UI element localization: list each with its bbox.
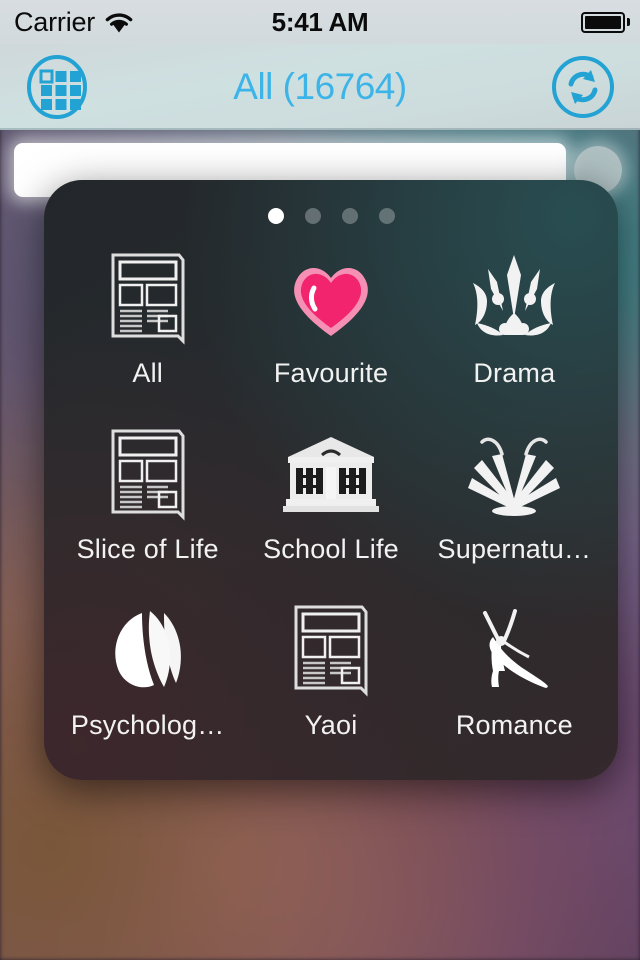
genre-item-psychological[interactable]: Psycholog… [56, 596, 239, 772]
status-bar: Carrier 5:41 AM [0, 0, 640, 44]
genre-label: All [132, 358, 163, 388]
genre-grid: All Favourite Drama Slice of Life School… [44, 224, 618, 772]
page-dot-2[interactable] [304, 208, 321, 224]
genre-picker-panel: All Favourite Drama Slice of Life School… [44, 180, 618, 780]
genre-item-romance[interactable]: Romance [423, 596, 606, 772]
genre-label: Slice of Life [76, 534, 219, 564]
layered-petals-icon [94, 596, 202, 704]
genre-label: School Life [263, 534, 399, 564]
genre-item-all[interactable]: All [56, 244, 239, 420]
genre-item-school-life[interactable]: School Life [239, 420, 422, 596]
page-dot-3[interactable] [341, 208, 358, 224]
newspaper-icon [277, 596, 385, 704]
school-building-icon [277, 420, 385, 528]
navigation-bar: All (16764) [0, 44, 640, 130]
genre-item-slice-of-life[interactable]: Slice of Life [56, 420, 239, 596]
genre-item-supernatural[interactable]: Supernatu… [423, 420, 606, 596]
clock-label: 5:41 AM [271, 6, 369, 37]
page-indicator [44, 180, 618, 224]
genre-label: Favourite [273, 358, 389, 388]
refresh-sync-icon [552, 56, 614, 118]
genre-item-favourite[interactable]: Favourite [239, 244, 422, 420]
fountain-burst-icon [460, 420, 568, 528]
refresh-button[interactable] [550, 54, 616, 120]
page-dot-1[interactable] [267, 208, 284, 224]
genre-label: Drama [473, 358, 556, 388]
crown-ornament-icon [460, 244, 568, 352]
battery-full-icon [581, 11, 630, 33]
genre-label: Psycholog… [70, 710, 225, 740]
genre-label: Supernatu… [437, 534, 592, 564]
genre-item-yaoi[interactable]: Yaoi [239, 596, 422, 772]
genre-label: Romance [455, 710, 573, 740]
newspaper-icon [94, 420, 202, 528]
genre-item-drama[interactable]: Drama [423, 244, 606, 420]
page-dot-4[interactable] [378, 208, 395, 224]
genre-label: Yaoi [304, 710, 358, 740]
heart-icon [277, 244, 385, 352]
page-title: All (16764) [233, 66, 407, 107]
high-heel-shoe-icon [460, 596, 568, 704]
newspaper-icon [94, 244, 202, 352]
